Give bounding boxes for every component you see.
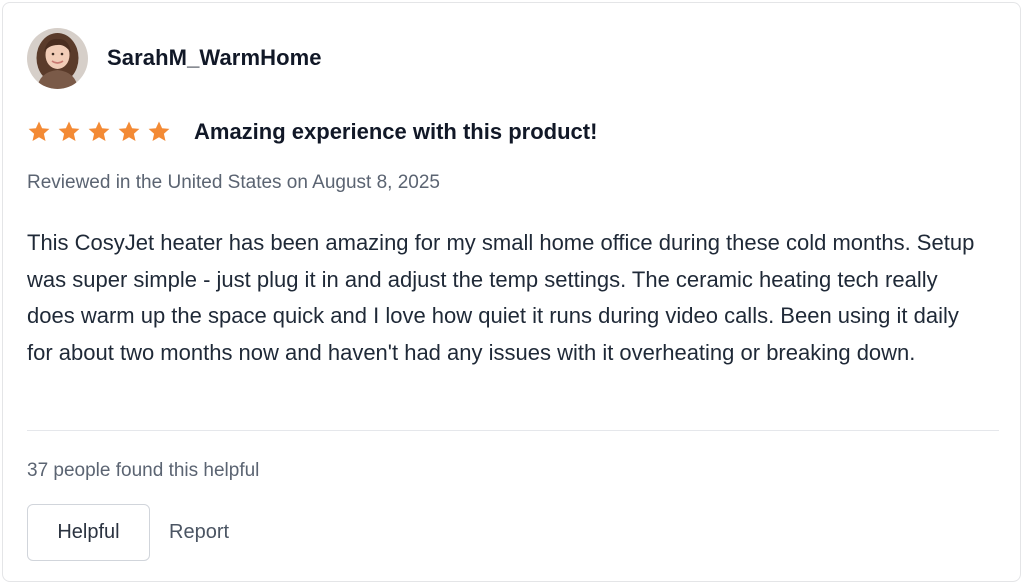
user-avatar-icon bbox=[27, 27, 88, 89]
helpful-count: 37 people found this helpful bbox=[27, 460, 260, 481]
star-rating bbox=[27, 120, 177, 144]
review-body: This CosyJet heater has been amazing for… bbox=[27, 230, 975, 365]
rating-row: Amazing experience with this product! bbox=[27, 115, 597, 149]
helpful-button[interactable]: Helpful bbox=[27, 504, 150, 561]
review-card: SarahM_WarmHome Amazing experience with … bbox=[2, 2, 1021, 582]
star-icon bbox=[118, 121, 140, 141]
reviewer-name[interactable]: SarahM_WarmHome bbox=[107, 45, 322, 71]
star-icon bbox=[58, 121, 80, 141]
review-actions: Helpful Report bbox=[27, 504, 229, 561]
review-title: Amazing experience with this product! bbox=[194, 119, 598, 144]
avatar bbox=[27, 27, 88, 89]
star-icon bbox=[28, 121, 50, 141]
report-button[interactable]: Report bbox=[169, 521, 229, 544]
divider bbox=[27, 430, 999, 431]
star-icon bbox=[148, 121, 170, 141]
star-icon bbox=[88, 121, 110, 141]
reviewer-info: SarahM_WarmHome bbox=[27, 27, 322, 89]
review-date: Reviewed in the United States on August … bbox=[27, 172, 440, 193]
